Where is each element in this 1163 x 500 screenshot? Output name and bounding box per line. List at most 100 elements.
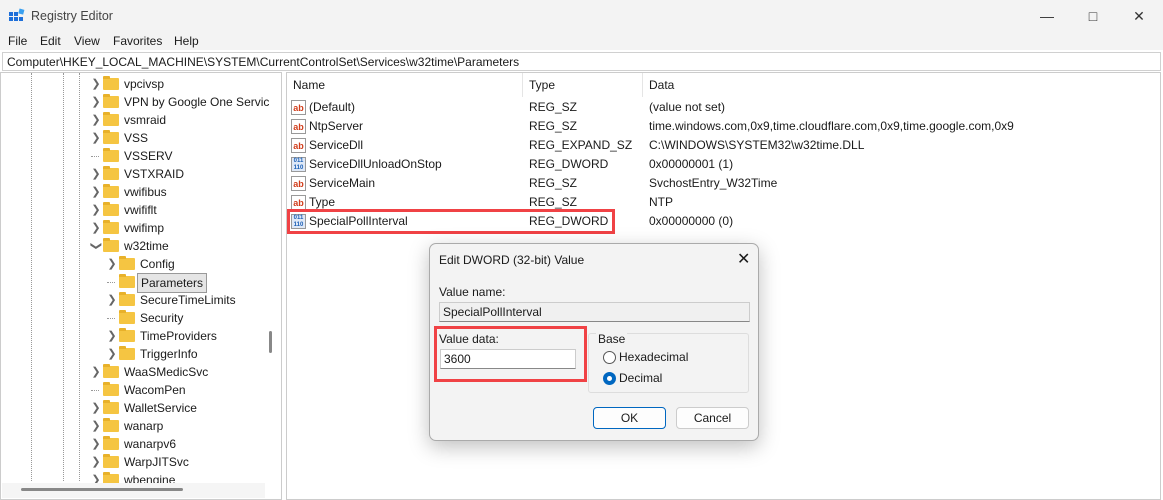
menu-help[interactable]: Help bbox=[174, 34, 199, 48]
menu-edit[interactable]: Edit bbox=[40, 34, 61, 48]
tree-connector bbox=[107, 282, 115, 283]
tree-item[interactable]: ❯ WarpJITSvc bbox=[1, 453, 266, 471]
address-bar[interactable]: Computer\HKEY_LOCAL_MACHINE\SYSTEM\Curre… bbox=[2, 52, 1161, 71]
chevron-right-icon[interactable]: ❯ bbox=[91, 201, 101, 219]
tree-item[interactable]: ❯ VPN by Google One Servic bbox=[1, 93, 269, 111]
minimize-button[interactable]: — bbox=[1024, 0, 1070, 32]
key-tree[interactable]: ❯ vpcivsp ❯ VPN by Google One Servic ❯ vsmrai… bbox=[0, 72, 282, 500]
tree-item[interactable]: ❯ WalletService bbox=[1, 399, 266, 417]
folder-icon bbox=[103, 400, 119, 414]
value-row[interactable]: ab ServiceMain REG_SZ SvchostEntry_W32Time bbox=[287, 174, 1157, 193]
tree-item[interactable]: ❯ Config bbox=[1, 255, 266, 273]
value-row[interactable]: ab (Default) REG_SZ (value not set) bbox=[287, 98, 1157, 117]
value-data: (value not set) bbox=[649, 100, 726, 114]
chevron-right-icon[interactable]: ❯ bbox=[91, 129, 101, 147]
folder-icon bbox=[119, 274, 135, 288]
hexadecimal-radio[interactable] bbox=[603, 351, 616, 364]
folder-icon bbox=[103, 184, 119, 198]
tree-item[interactable]: Security bbox=[1, 309, 266, 327]
tree-item[interactable]: ❯ VSTXRAID bbox=[1, 165, 266, 183]
chevron-right-icon[interactable]: ❯ bbox=[91, 399, 101, 417]
tree-item[interactable]: ❯ SecureTimeLimits bbox=[1, 291, 266, 309]
horizontal-scroll-thumb[interactable] bbox=[21, 488, 183, 491]
value-row[interactable]: ab ServiceDll REG_EXPAND_SZ C:\WINDOWS\SYST… bbox=[287, 136, 1157, 155]
column-divider[interactable] bbox=[642, 73, 643, 97]
tree-item[interactable]: ❯ vpcivsp bbox=[1, 75, 266, 93]
chevron-right-icon[interactable]: ❯ bbox=[91, 183, 101, 201]
value-data: time.windows.com,0x9,time.cloudflare.com… bbox=[649, 119, 1014, 133]
chevron-right-icon[interactable]: ❯ bbox=[91, 93, 101, 111]
menu-file[interactable]: File bbox=[8, 34, 27, 48]
menu-favorites[interactable]: Favorites bbox=[113, 34, 162, 48]
tree-item-label: TriggerInfo bbox=[140, 347, 198, 361]
chevron-right-icon[interactable]: ❯ bbox=[91, 75, 101, 93]
cancel-button[interactable]: Cancel bbox=[676, 407, 749, 429]
tree-item-label: VSSERV bbox=[124, 149, 173, 163]
chevron-right-icon[interactable]: ❯ bbox=[107, 327, 117, 345]
column-divider[interactable] bbox=[522, 73, 523, 97]
tree-item[interactable]: ❯ VSS bbox=[1, 129, 266, 147]
folder-icon bbox=[103, 148, 119, 162]
tree-item-label: WarpJITSvc bbox=[124, 455, 189, 469]
tree-item[interactable]: Parameters bbox=[1, 273, 266, 293]
value-name: ServiceDll bbox=[309, 138, 364, 152]
chevron-right-icon[interactable]: ❯ bbox=[91, 165, 101, 183]
value-row[interactable]: ab NtpServer REG_SZ time.windows.com,0x9,ti… bbox=[287, 117, 1157, 136]
close-button[interactable]: ✕ bbox=[1116, 0, 1162, 32]
column-header-name[interactable]: Name bbox=[293, 78, 325, 92]
folder-icon bbox=[103, 436, 119, 450]
tree-item-label: vsmraid bbox=[124, 113, 167, 127]
value-name-field: SpecialPollInterval bbox=[439, 302, 750, 322]
tree-item-label: Config bbox=[140, 257, 175, 271]
tree-item[interactable]: ❯ w32time bbox=[1, 237, 266, 255]
tree-item[interactable]: ❯ vsmraid bbox=[1, 111, 266, 129]
tree-item-label: WacomPen bbox=[124, 383, 186, 397]
folder-icon bbox=[103, 238, 119, 252]
column-header-type[interactable]: Type bbox=[529, 78, 555, 92]
tree-item-label: VSTXRAID bbox=[124, 167, 185, 181]
chevron-right-icon[interactable]: ❯ bbox=[91, 219, 101, 237]
tree-item-label: vpcivsp bbox=[124, 77, 165, 91]
maximize-button[interactable]: □ bbox=[1070, 0, 1116, 32]
value-row[interactable]: 011 110 ServiceDllUnloadOnStop REG_DWORD 0x0… bbox=[287, 155, 1157, 174]
value-name-label: Value name: bbox=[439, 285, 506, 299]
menu-view[interactable]: View bbox=[74, 34, 100, 48]
tree-item[interactable]: VSSERV bbox=[1, 147, 266, 165]
string-value-icon: ab bbox=[291, 138, 306, 153]
chevron-right-icon[interactable]: ❯ bbox=[91, 435, 101, 453]
value-type: REG_SZ bbox=[529, 119, 578, 133]
chevron-right-icon[interactable]: ❯ bbox=[107, 291, 117, 309]
value-type: REG_SZ bbox=[529, 100, 578, 114]
chevron-right-icon[interactable]: ❯ bbox=[91, 111, 101, 129]
title-bar: Registry Editor — □ ✕ bbox=[0, 0, 1163, 32]
chevron-right-icon[interactable]: ❯ bbox=[91, 363, 101, 381]
chevron-right-icon[interactable]: ❯ bbox=[91, 417, 101, 435]
tree-connector bbox=[107, 318, 115, 319]
ok-button[interactable]: OK bbox=[593, 407, 666, 429]
tree-item[interactable]: WacomPen bbox=[1, 381, 266, 399]
value-type: REG_SZ bbox=[529, 176, 578, 190]
tree-item[interactable]: ❯ vwifimp bbox=[1, 219, 266, 237]
decimal-radio[interactable] bbox=[603, 372, 616, 385]
dialog-close-icon[interactable]: ✕ bbox=[737, 249, 750, 269]
tree-item[interactable]: ❯ vwifibus bbox=[1, 183, 266, 201]
folder-icon bbox=[119, 310, 135, 324]
chevron-right-icon[interactable]: ❯ bbox=[107, 255, 117, 273]
tree-item-label: WaaSMedicSvc bbox=[124, 365, 209, 379]
string-value-icon: ab bbox=[291, 195, 306, 210]
tree-item[interactable]: ❯ wanarp bbox=[1, 417, 266, 435]
folder-icon bbox=[103, 364, 119, 378]
chevron-right-icon[interactable]: ❯ bbox=[91, 453, 101, 471]
hexadecimal-label[interactable]: Hexadecimal bbox=[619, 350, 688, 364]
tree-item[interactable]: ❯ vwififlt bbox=[1, 201, 266, 219]
tree-item[interactable]: ❯ WaaSMedicSvc bbox=[1, 363, 266, 381]
tree-item[interactable]: ❯ TriggerInfo bbox=[1, 345, 266, 363]
vertical-scroll-thumb[interactable] bbox=[269, 331, 272, 353]
column-header-data[interactable]: Data bbox=[649, 78, 674, 92]
tree-item-label: vwifibus bbox=[124, 185, 167, 199]
tree-item[interactable]: ❯ wanarpv6 bbox=[1, 435, 266, 453]
chevron-right-icon[interactable]: ❯ bbox=[107, 345, 117, 363]
tree-item[interactable]: ❯ TimeProviders bbox=[1, 327, 266, 345]
folder-icon bbox=[103, 94, 119, 108]
decimal-label[interactable]: Decimal bbox=[619, 371, 662, 385]
